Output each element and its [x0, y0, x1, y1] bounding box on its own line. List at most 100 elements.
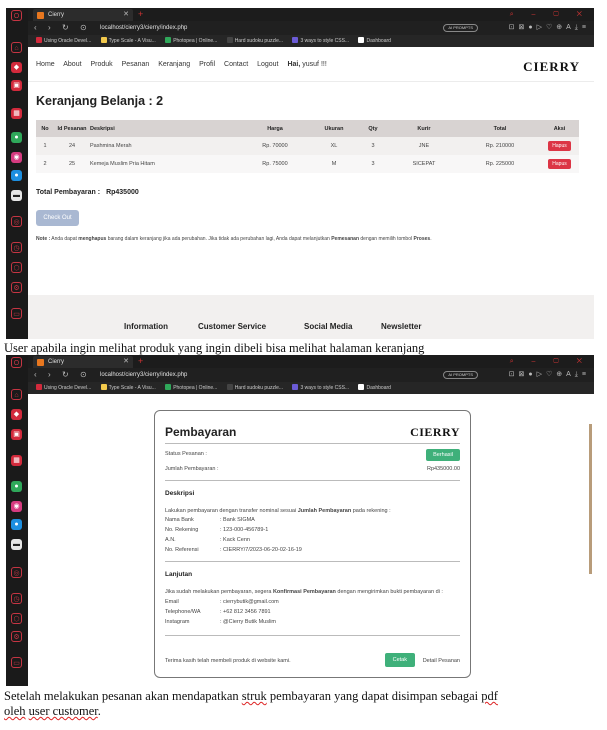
wallet-icon[interactable]: ▬: [11, 539, 22, 550]
player-icon[interactable]: ◎: [11, 567, 22, 578]
site-info-icon[interactable]: ⊙: [80, 21, 87, 35]
player-icon[interactable]: ◎: [11, 216, 22, 227]
table-header-row: No Id Pesanan Deskripsi Harga Ukuran Qty…: [36, 120, 579, 137]
checkout-button[interactable]: Check Out: [36, 210, 79, 226]
bookmark-item[interactable]: Using Oracle Devel...: [36, 382, 91, 394]
twitter-icon[interactable]: ●: [11, 519, 22, 530]
bookmark-item[interactable]: Type Scale - A Visu...: [100, 35, 156, 47]
close-tab-icon[interactable]: ✕: [123, 9, 129, 21]
panel-icon[interactable]: ▭: [11, 308, 22, 319]
bookmark-item[interactable]: Hard sudoku puzzle...: [226, 382, 283, 394]
bookmark-item[interactable]: 3 ways to style CSS...: [292, 35, 349, 47]
nav-contact[interactable]: Contact: [224, 61, 248, 68]
history-icon[interactable]: ◷: [11, 593, 22, 604]
opera-logo-icon[interactable]: O: [11, 357, 22, 368]
whatsapp-icon[interactable]: ●: [11, 132, 22, 143]
nav-keranjang[interactable]: Keranjang: [158, 61, 190, 68]
bookmark-item[interactable]: Photopea | Online...: [165, 382, 217, 394]
ai-prompts-button[interactable]: AI PROMPTS: [443, 24, 478, 32]
toolbar-icons[interactable]: ⊡⊠●▷♡⊕A⤓≡: [509, 21, 590, 35]
bookmark-item[interactable]: 3 ways to style CSS...: [292, 382, 349, 394]
col-total: Total: [460, 120, 540, 137]
caption-part: pembayaran yang dapat disimpan sebagai: [266, 689, 482, 703]
opera-logo-icon[interactable]: O: [11, 10, 22, 21]
divider: [165, 561, 460, 562]
nav-profil[interactable]: Profil: [199, 61, 215, 68]
url-field[interactable]: localhost/cierry3/cierry/index.php: [100, 21, 187, 35]
bookmark-icon[interactable]: ◆: [11, 409, 22, 420]
nav-produk[interactable]: Produk: [91, 61, 113, 68]
nav-about[interactable]: About: [63, 61, 81, 68]
settings-icon[interactable]: ⚙: [11, 282, 22, 293]
order-detail-link[interactable]: Detail Pesanan: [423, 658, 460, 664]
bookmark-item[interactable]: Dashboard: [358, 382, 391, 394]
ai-prompts-button[interactable]: AI PROMPTS: [443, 371, 478, 379]
settings-icon[interactable]: ⚙: [11, 631, 22, 642]
new-tab-icon[interactable]: +: [138, 355, 143, 367]
apps-icon[interactable]: ▦: [11, 108, 22, 119]
nav-home[interactable]: Home: [36, 61, 55, 68]
bookmark-item[interactable]: Type Scale - A Visu...: [100, 382, 156, 394]
reload-icon[interactable]: ↻: [62, 21, 69, 35]
divider: [165, 480, 460, 481]
back-icon[interactable]: ‹: [34, 21, 37, 35]
footer-information[interactable]: Information: [124, 322, 168, 331]
twitter-icon[interactable]: ●: [11, 170, 22, 181]
delete-button[interactable]: Hapus: [548, 141, 571, 151]
home-icon[interactable]: ⌂: [11, 42, 22, 53]
url-field[interactable]: localhost/cierry3/cierry/index.php: [100, 368, 187, 382]
tab-cierry[interactable]: Cierry ✕: [33, 356, 133, 368]
cell: M: [310, 155, 358, 173]
note-bold: menghapus: [78, 236, 107, 242]
cell: Rp. 75000: [240, 155, 310, 173]
tab-bar: Cierry ✕ + ⌕ – ▢ ✕: [28, 355, 594, 368]
nav-pesanan[interactable]: Pesanan: [122, 61, 150, 68]
note-bold: Proses: [413, 236, 431, 242]
extensions-icon[interactable]: ⬡: [11, 262, 22, 273]
bookmark-item[interactable]: Dashboard: [358, 35, 391, 47]
history-icon[interactable]: ◷: [11, 242, 22, 253]
forward-icon[interactable]: ›: [48, 368, 51, 382]
new-tab-icon[interactable]: +: [138, 8, 143, 20]
kv-value: : Kack Cenn: [220, 537, 250, 543]
print-button[interactable]: Cetak: [384, 653, 415, 667]
footer-newsletter[interactable]: Newsletter: [381, 322, 421, 331]
forward-icon[interactable]: ›: [48, 21, 51, 35]
instagram-icon[interactable]: ◉: [11, 501, 22, 512]
cell: 2: [36, 155, 54, 173]
back-icon[interactable]: ‹: [34, 368, 37, 382]
window-controls[interactable]: ⌕ – ▢ ✕: [510, 8, 590, 21]
col-ukuran: Ukuran: [310, 120, 358, 137]
cell: Rp. 210000: [460, 137, 540, 155]
cell: Pashmina Merah: [90, 137, 240, 155]
note-label: Note :: [36, 236, 51, 242]
instagram-icon[interactable]: ◉: [11, 152, 22, 163]
bookmark-item[interactable]: Hard sudoku puzzle...: [226, 35, 283, 47]
bookmark-item[interactable]: Photopea | Online...: [165, 35, 217, 47]
footer-social-media[interactable]: Social Media: [304, 322, 352, 331]
tab-cierry[interactable]: Cierry ✕: [33, 9, 133, 21]
site-info-icon[interactable]: ⊙: [80, 368, 87, 382]
close-tab-icon[interactable]: ✕: [123, 356, 129, 368]
tab-title: Cierry: [48, 12, 64, 18]
reload-icon[interactable]: ↻: [62, 368, 69, 382]
wallet-icon[interactable]: ▬: [11, 190, 22, 201]
flow-icon[interactable]: ▣: [11, 80, 22, 91]
bookmark-item[interactable]: Using Oracle Devel...: [36, 35, 91, 47]
home-icon[interactable]: ⌂: [11, 389, 22, 400]
flow-icon[interactable]: ▣: [11, 429, 22, 440]
footer-customer-service[interactable]: Customer Service: [198, 322, 266, 331]
main-nav: Home About Produk Pesanan Keranjang Prof…: [36, 61, 334, 68]
apps-icon[interactable]: ▦: [11, 455, 22, 466]
extensions-icon[interactable]: ⬡: [11, 613, 22, 624]
toolbar-icons[interactable]: ⊡⊠●▷♡⊕A⤓≡: [509, 368, 590, 382]
brand-logo[interactable]: CIERRY: [523, 59, 580, 75]
delete-button[interactable]: Hapus: [548, 159, 571, 169]
nav-logout[interactable]: Logout: [257, 61, 278, 68]
window-controls[interactable]: ⌕ – ▢ ✕: [510, 355, 590, 368]
scrollbar[interactable]: [589, 424, 592, 574]
bookmark-icon[interactable]: ◆: [11, 62, 22, 73]
kv-value: : Bank SIGMA: [220, 517, 255, 523]
whatsapp-icon[interactable]: ●: [11, 481, 22, 492]
panel-icon[interactable]: ▭: [11, 657, 22, 668]
